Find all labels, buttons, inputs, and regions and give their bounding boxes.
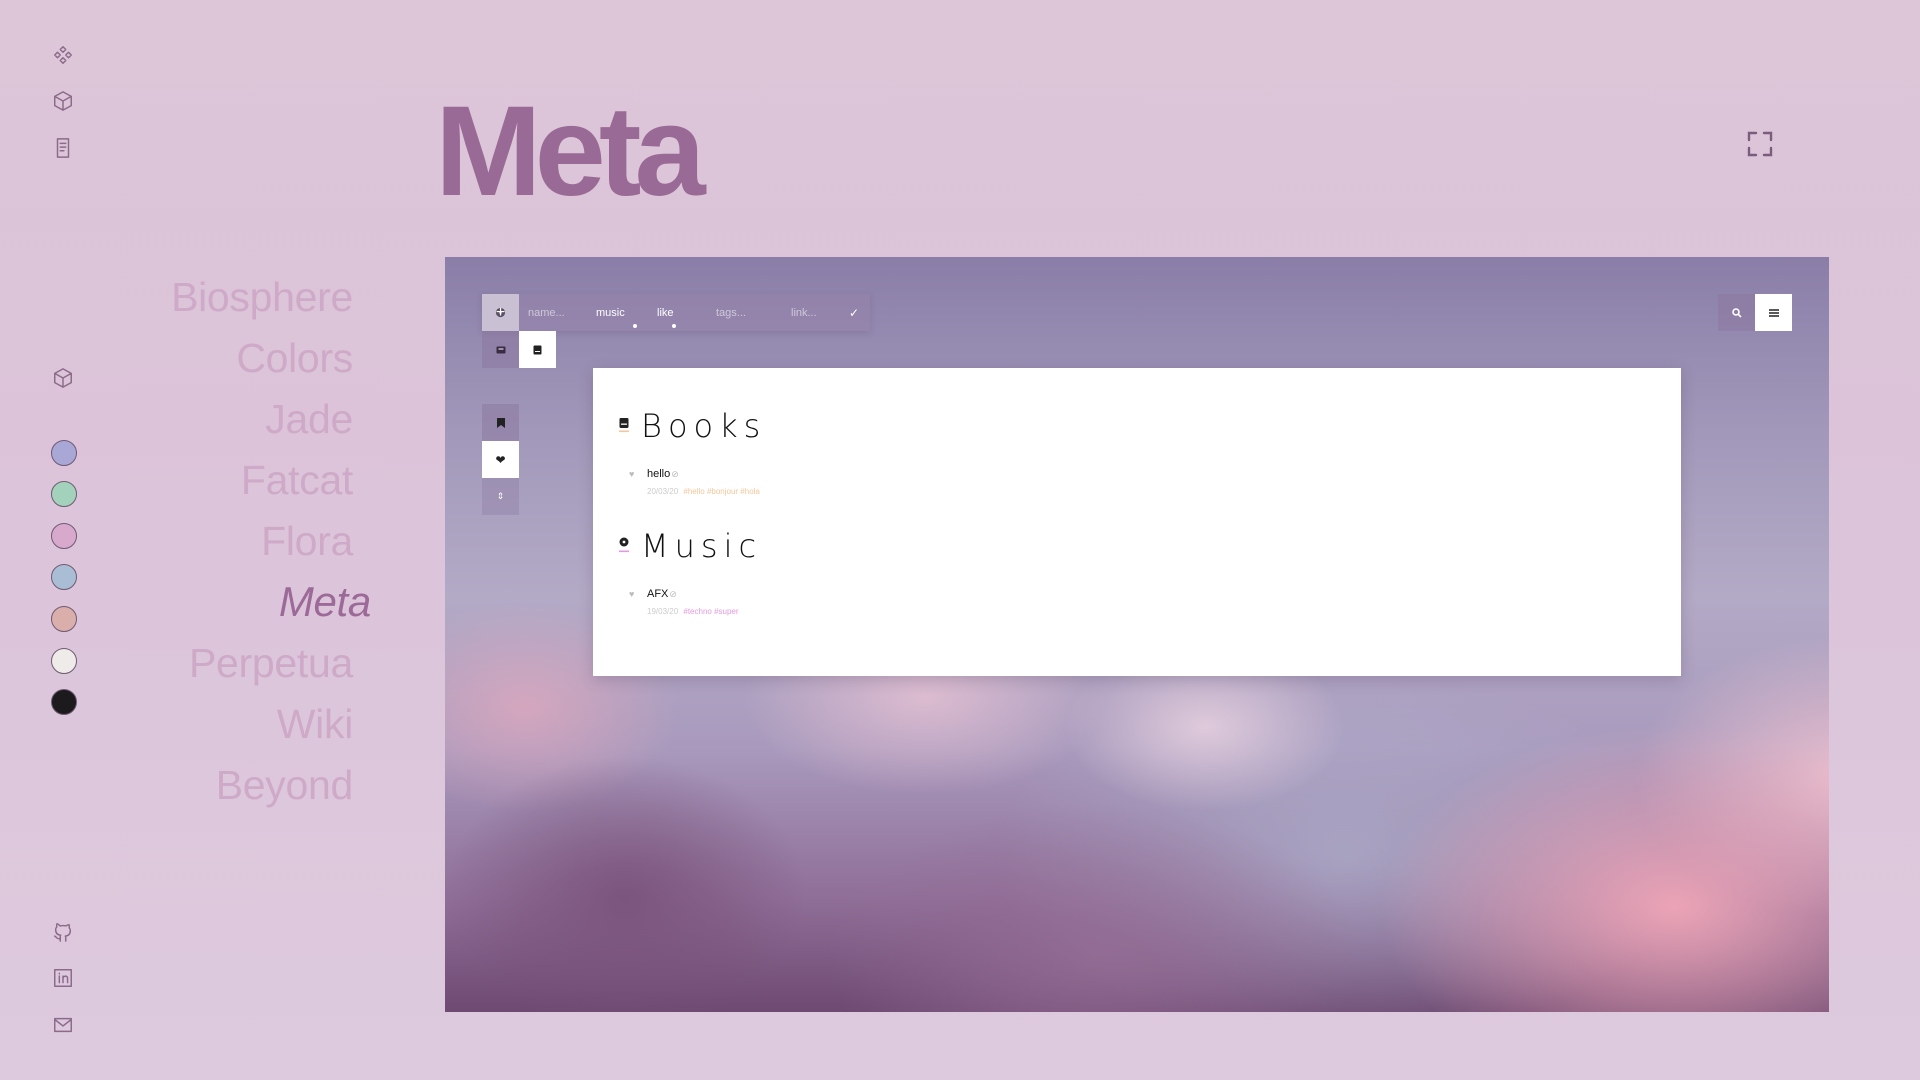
- book-icon[interactable]: [519, 331, 556, 368]
- category-dot: [633, 323, 637, 328]
- link-icon[interactable]: ⊘: [671, 469, 679, 480]
- nav-item-jade[interactable]: Jade: [100, 392, 353, 453]
- heart-icon[interactable]: ❤: [482, 441, 519, 478]
- document-icon[interactable]: [51, 136, 75, 160]
- menu-icon[interactable]: [1755, 294, 1792, 331]
- like-value: like: [657, 306, 674, 319]
- cube-icon[interactable]: [51, 89, 75, 113]
- nav-item-colors[interactable]: Colors: [100, 331, 353, 392]
- nav-item-meta[interactable]: Meta: [100, 575, 371, 636]
- add-entry-toolbar: + name... music like tags... link... ✓: [482, 294, 870, 331]
- color-swatch-lavender[interactable]: [51, 440, 77, 466]
- nav-item-beyond[interactable]: Beyond: [100, 758, 354, 819]
- heart-icon[interactable]: ♥: [629, 589, 639, 599]
- entry-tags[interactable]: #hello #bonjour #hola: [683, 487, 760, 496]
- mail-icon[interactable]: [51, 1013, 75, 1037]
- name-input[interactable]: name...: [528, 307, 596, 319]
- add-icon[interactable]: +: [482, 294, 519, 331]
- project-nav: Biosphere Colors Jade Fatcat Flora Meta …: [100, 270, 371, 819]
- section-title: Books: [641, 407, 767, 445]
- color-swatch-white[interactable]: [51, 648, 77, 674]
- tags-input[interactable]: tags...: [716, 307, 791, 319]
- link-icon[interactable]: ⊘: [669, 589, 677, 600]
- color-swatch-black[interactable]: [51, 689, 77, 715]
- entry-name[interactable]: hello: [647, 468, 670, 480]
- view-toolbar: [1718, 294, 1792, 331]
- filter-toolbar: ❤ ⇕: [482, 404, 519, 515]
- color-swatch-peach[interactable]: [51, 606, 77, 632]
- confirm-icon[interactable]: ✓: [849, 306, 859, 320]
- color-swatch-blue[interactable]: [51, 564, 77, 590]
- entry-tags[interactable]: #techno #super: [683, 607, 738, 616]
- collection-panel: Books ♥ hello ⊘ 20/03/20 #hello #bonjour…: [593, 368, 1681, 676]
- entry-date: 20/03/20: [647, 487, 679, 496]
- linkedin-icon[interactable]: [51, 966, 75, 990]
- nav-item-biosphere[interactable]: Biosphere: [100, 270, 353, 331]
- section-books: Books ♥ hello ⊘ 20/03/20 #hello #bonjour…: [619, 406, 1681, 496]
- book-view-icon[interactable]: [482, 331, 519, 368]
- bookmark-icon[interactable]: [482, 404, 519, 441]
- section-music: Music ♥ AFX ⊘ 19/03/20 #techno #super: [619, 526, 1681, 616]
- list-item[interactable]: ♥ hello ⊘ 20/03/20 #hello #bonjour #hola: [629, 468, 1681, 496]
- nav-item-wiki[interactable]: Wiki: [100, 697, 354, 758]
- like-toggle[interactable]: like: [657, 306, 716, 328]
- heart-icon[interactable]: ♥: [629, 469, 639, 479]
- nav-item-fatcat[interactable]: Fatcat: [100, 453, 353, 514]
- cube-icon[interactable]: [51, 366, 75, 390]
- link-input[interactable]: link...: [791, 307, 849, 319]
- github-icon[interactable]: [51, 920, 75, 944]
- like-dot: [672, 323, 676, 328]
- entry-name[interactable]: AFX: [647, 588, 668, 600]
- fullscreen-icon[interactable]: [1746, 130, 1774, 158]
- section-title: Music: [641, 527, 763, 565]
- page-title: Meta: [435, 80, 706, 223]
- book-icon: [619, 417, 633, 435]
- color-swatch-pink[interactable]: [51, 523, 77, 549]
- entry-date: 19/03/20: [647, 607, 679, 616]
- apps-icon[interactable]: [51, 43, 75, 67]
- app-preview: + name... music like tags... link... ✓ ❤…: [445, 257, 1829, 1012]
- search-icon[interactable]: [1718, 294, 1755, 331]
- category-value: music: [596, 306, 625, 319]
- disc-icon: [619, 537, 633, 555]
- category-select[interactable]: music: [596, 306, 657, 328]
- nav-item-flora[interactable]: Flora: [100, 514, 353, 575]
- nav-item-perpetua[interactable]: Perpetua: [100, 636, 353, 697]
- color-swatch-mint[interactable]: [51, 481, 77, 507]
- list-item[interactable]: ♥ AFX ⊘ 19/03/20 #techno #super: [629, 588, 1681, 616]
- sort-icon[interactable]: ⇕: [482, 478, 519, 515]
